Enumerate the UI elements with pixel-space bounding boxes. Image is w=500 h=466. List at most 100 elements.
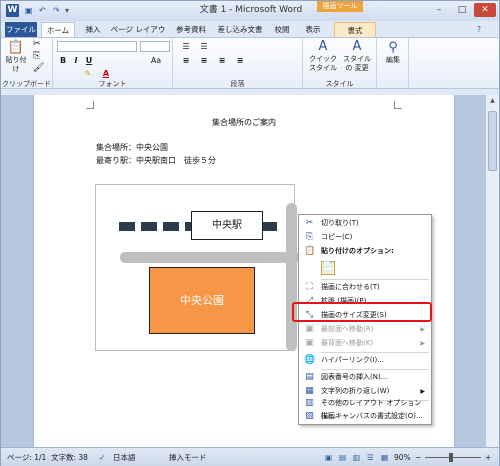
scroll-up-icon[interactable]: ▲	[488, 97, 497, 106]
align-right-icon[interactable]: ≡	[215, 55, 229, 66]
bullets-icon[interactable]: ☰	[179, 41, 193, 52]
document-line-1: 集合場所：中央公園	[96, 143, 168, 152]
scroll-thumb[interactable]	[488, 111, 497, 171]
menu-item-layout-options[interactable]: ▥ その他のレイアウト オプション(L)...	[299, 397, 431, 420]
insert-mode[interactable]: 挿入モード	[169, 452, 207, 463]
menu-item-copy[interactable]: ⎘ コピー(C)	[299, 231, 431, 244]
font-name-input[interactable]	[57, 41, 137, 52]
menu-item-insert-caption[interactable]: ▤ 図表番号の挿入(N)...	[299, 371, 431, 384]
zoom-in-icon[interactable]: +	[485, 452, 491, 463]
menu-item-cut[interactable]: ✂ 切り取り(T)	[299, 217, 431, 230]
menu-item-format-canvas[interactable]: ▧ 描画キャンバスの書式設定(O)...	[299, 410, 431, 423]
menu-item-send-back[interactable]: ▣ 最背面へ移動(K) ▶	[299, 337, 431, 350]
styles-group: A クイック スタイル A スタイルの 変更 スタイル	[303, 38, 377, 90]
draft-icon[interactable]: ▦	[381, 452, 388, 463]
send-back-icon: ▣	[305, 338, 314, 348]
submenu-arrow-icon: ▶	[420, 326, 425, 333]
road-horizontal[interactable]	[120, 252, 300, 263]
menu-item-label: 切り取り(T)	[321, 219, 359, 227]
help-icon[interactable]: ?	[473, 22, 485, 37]
justify-icon[interactable]: ≡	[233, 55, 247, 66]
zoom-level[interactable]: 90%	[394, 452, 411, 463]
numbering-icon[interactable]: ☰	[197, 41, 211, 52]
bring-front-icon: ▣	[305, 324, 314, 334]
full-screen-icon[interactable]: ▤	[339, 452, 346, 463]
quick-styles-button[interactable]: A クイック スタイル	[307, 39, 339, 73]
tab-references[interactable]: 参考資料	[171, 22, 211, 37]
italic-button[interactable]: I	[71, 55, 81, 66]
page-count[interactable]: ページ: 1/1	[7, 452, 46, 463]
station-shape[interactable]: 中央駅	[191, 211, 263, 240]
cut-icon[interactable]: ✂	[33, 40, 41, 49]
tab-file[interactable]: ファイル	[5, 22, 37, 37]
align-left-icon[interactable]: ≡	[179, 55, 193, 66]
tab-view[interactable]: 表示	[299, 22, 327, 37]
menu-item-label: 最前面へ移動(R)	[321, 325, 374, 333]
maximize-button[interactable]: □	[451, 3, 473, 17]
tab-review[interactable]: 校閲	[269, 22, 295, 37]
proofing-icon[interactable]: ✓	[99, 452, 105, 463]
close-button[interactable]: ✕	[474, 3, 496, 17]
zoom-slider-track[interactable]	[425, 457, 481, 458]
copy-icon[interactable]: ⎘	[33, 52, 40, 61]
document-line-2: 最寄り駅：中央駅南口 徒歩５分	[96, 156, 216, 165]
document-heading: 集合場所のご案内	[212, 118, 276, 127]
redo-icon[interactable]: ↷	[53, 5, 60, 16]
qat-dropdown-icon[interactable]: ▾	[65, 5, 69, 16]
hyperlink-icon: 🌐	[304, 355, 316, 365]
outline-icon[interactable]: ☰	[367, 452, 374, 463]
menu-item-label: コピー(C)	[321, 233, 353, 241]
road-vertical[interactable]	[286, 203, 297, 351]
change-case-button[interactable]: Aa	[148, 55, 164, 66]
tab-mailings[interactable]: 差し込み文書	[215, 22, 265, 37]
zoom-out-icon[interactable]: −	[415, 452, 421, 463]
menu-item-paste-options: 📋 貼り付けのオプション:	[299, 245, 431, 258]
menu-item-label: 貼り付けのオプション:	[321, 247, 394, 255]
save-icon[interactable]: ▣	[25, 5, 33, 16]
editing-group: ⚲ 編集	[377, 38, 409, 90]
clipboard-group-label: クリップボード	[2, 80, 51, 88]
vertical-scrollbar[interactable]: ▲	[485, 95, 499, 447]
highlight-color-icon[interactable]: ✎	[83, 68, 93, 79]
align-center-icon[interactable]: ≡	[197, 55, 211, 66]
menu-item-hyperlink[interactable]: 🌐 ハイパーリンク(I)...	[299, 354, 431, 367]
undo-icon[interactable]: ↶	[39, 5, 46, 16]
word-count[interactable]: 文字数: 38	[51, 452, 88, 463]
menu-item-bring-front[interactable]: ▣ 最前面へ移動(R) ▶	[299, 323, 431, 336]
paste-label: 貼り付け	[5, 56, 27, 73]
paragraph-group-label: 段落	[230, 80, 245, 88]
underline-button[interactable]: U	[84, 55, 94, 66]
font-group-label: フォント	[98, 80, 127, 88]
ribbon: 📋 貼り付け ✂ ⎘ 🖌 クリップボード B I U Aa A ✎ フォント ☰…	[1, 37, 499, 90]
railway-segment	[263, 222, 277, 231]
quick-styles-label: クイック スタイル	[309, 55, 337, 72]
web-layout-icon[interactable]: ▥	[353, 452, 360, 463]
print-layout-icon[interactable]: ▣	[325, 452, 332, 463]
fit-icon: ⛶	[306, 282, 313, 292]
paste-button[interactable]: 📋 貼り付け	[3, 40, 29, 74]
paste-option-button[interactable]: 📄	[299, 259, 431, 277]
bold-button[interactable]: B	[58, 55, 68, 66]
change-styles-button[interactable]: A スタイルの 変更	[341, 39, 373, 73]
language-indicator[interactable]: 日本語	[113, 452, 136, 463]
word-window: W ▣ ↶ ↷ ▾ 文書 1 - Microsoft Word 描画ツール – …	[0, 0, 500, 466]
font-size-input[interactable]	[140, 41, 170, 52]
editing-button[interactable]: ⚲ 編集	[379, 40, 407, 65]
tab-format[interactable]: 書式	[334, 22, 376, 37]
tab-insert[interactable]: 挿入	[79, 22, 107, 37]
tab-home[interactable]: ホーム	[41, 22, 75, 37]
menu-item-label: 描画に合わせる(T)	[321, 283, 380, 291]
menu-item-fit[interactable]: ⛶ 描画に合わせる(T)	[299, 281, 431, 294]
minimize-button[interactable]: –	[428, 3, 450, 17]
zoom-slider-thumb[interactable]	[449, 453, 453, 462]
format-painter-icon[interactable]: 🖌	[33, 64, 44, 73]
binoculars-icon: ⚲	[388, 40, 398, 55]
park-shape[interactable]: 中央公園	[149, 267, 255, 334]
menu-separator	[321, 279, 429, 280]
copy-icon: ⎘	[305, 232, 314, 242]
font-color-button[interactable]: A	[101, 68, 111, 79]
scissors-icon: ✂	[305, 218, 314, 228]
word-app-icon[interactable]: W	[6, 4, 19, 17]
status-bar: ページ: 1/1 文字数: 38 ✓ 日本語 挿入モード ▣ ▤ ▥ ☰ ▦ 9…	[1, 447, 499, 466]
tab-page-layout[interactable]: ページ レイアウト	[109, 22, 167, 49]
